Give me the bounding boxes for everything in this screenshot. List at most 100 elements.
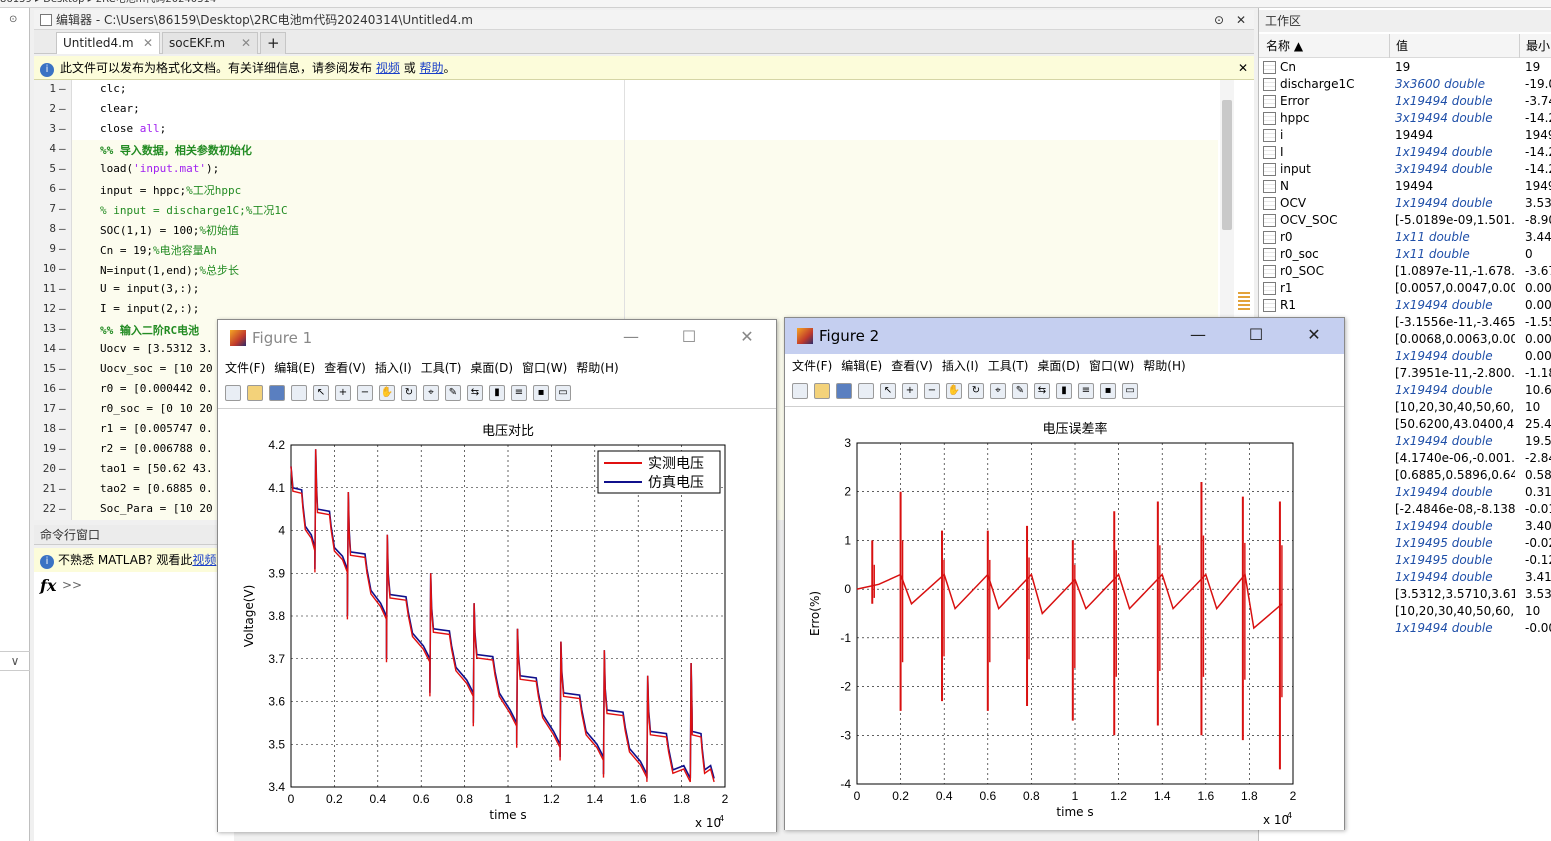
- breakpoint-marker[interactable]: –: [59, 502, 66, 515]
- menu-help[interactable]: 帮助(H): [576, 361, 618, 375]
- rotate-icon[interactable]: ↻: [968, 383, 984, 399]
- column-name[interactable]: 名称 ▲: [1266, 34, 1303, 58]
- code-line[interactable]: r0_soc = [0 10 20: [100, 402, 213, 415]
- menu-window[interactable]: 窗口(W): [1089, 359, 1134, 373]
- fx-icon[interactable]: fx: [40, 576, 56, 595]
- breakpoint-marker[interactable]: –: [59, 462, 66, 475]
- workspace-row[interactable]: OCV_SOC [-5.0189e-09,1.501... -8.90: [1259, 212, 1551, 229]
- error-rate-chart[interactable]: 0 0.2 0.4 0.6 0.8 1 1.2 1.4 1.6 1.8 2 -4 -3 -2 -1 0 1 2 3 电…: [785, 407, 1344, 831]
- link-icon[interactable]: ⇆: [1034, 383, 1050, 399]
- breakpoint-marker[interactable]: –: [59, 422, 66, 435]
- voltage-comparison-chart[interactable]: 0 0.2 0.4 0.6 0.8 1 1.2 1.4 1.6 1.8 2 3.4 3.5 3.6 3.7 3…: [218, 409, 776, 833]
- colorbar-icon[interactable]: ▮: [1056, 383, 1072, 399]
- workspace-row[interactable]: r0_soc 1x11 double 0: [1259, 246, 1551, 263]
- code-line[interactable]: Uocv_soc = [10 20: [100, 362, 213, 375]
- pan-icon[interactable]: ✋: [946, 383, 962, 399]
- add-tab-button[interactable]: +: [260, 32, 286, 54]
- breakpoint-marker[interactable]: –: [59, 82, 66, 95]
- link-icon[interactable]: ⇆: [467, 385, 483, 401]
- workspace-row[interactable]: i 19494 1949: [1259, 127, 1551, 144]
- command-input-area[interactable]: fx >>: [34, 572, 234, 841]
- breakpoint-marker[interactable]: –: [59, 282, 66, 295]
- hide-tools-icon[interactable]: ▪: [1100, 383, 1116, 399]
- menu-file[interactable]: 文件(F): [225, 361, 265, 375]
- data-cursor-icon[interactable]: ⌖: [423, 385, 439, 401]
- breakpoint-marker[interactable]: –: [59, 382, 66, 395]
- menu-edit[interactable]: 编辑(E): [841, 359, 882, 373]
- maximize-button[interactable]: ☐: [1233, 318, 1279, 354]
- video-link[interactable]: 视频: [376, 61, 400, 75]
- chevron-down-icon[interactable]: ∨: [0, 651, 30, 671]
- code-line[interactable]: SOC(1,1) = 100;%初始值: [100, 222, 239, 238]
- breakpoint-marker[interactable]: –: [59, 222, 66, 235]
- zoom-out-icon[interactable]: −: [924, 383, 940, 399]
- dock-icon[interactable]: ▭: [1122, 383, 1138, 399]
- workspace-row[interactable]: discharge1C 3x3600 double -19.0: [1259, 76, 1551, 93]
- breakpoint-marker[interactable]: –: [59, 362, 66, 375]
- code-line[interactable]: Soc_Para = [10 20: [100, 502, 213, 515]
- close-button[interactable]: ✕: [1291, 318, 1337, 354]
- code-line[interactable]: N=input(1,end);%总步长: [100, 262, 239, 278]
- code-line[interactable]: close all;: [100, 122, 166, 135]
- close-button[interactable]: ✕: [724, 320, 770, 356]
- colorbar-icon[interactable]: ▮: [489, 385, 505, 401]
- tab-untitled4[interactable]: Untitled4.m ✕: [56, 32, 160, 54]
- menu-insert[interactable]: 插入(I): [942, 359, 979, 373]
- zoom-out-icon[interactable]: −: [357, 385, 373, 401]
- code-line[interactable]: tao2 = [0.6885 0.: [100, 482, 213, 495]
- print-icon[interactable]: [291, 385, 307, 401]
- menu-view[interactable]: 查看(V): [324, 361, 366, 375]
- code-line[interactable]: clc;: [100, 82, 127, 95]
- menu-insert[interactable]: 插入(I): [375, 361, 412, 375]
- code-line[interactable]: Cn = 19;%电池容量Ah: [100, 242, 217, 258]
- breakpoint-marker[interactable]: –: [59, 342, 66, 355]
- menu-file[interactable]: 文件(F): [792, 359, 832, 373]
- breakpoint-marker[interactable]: –: [59, 202, 66, 215]
- breakpoint-marker[interactable]: –: [59, 262, 66, 275]
- breakpoint-marker[interactable]: –: [59, 322, 66, 335]
- hide-tools-icon[interactable]: ▪: [533, 385, 549, 401]
- close-tab-icon[interactable]: ✕: [143, 33, 153, 54]
- brush-icon[interactable]: ✎: [445, 385, 461, 401]
- save-icon[interactable]: [836, 383, 852, 399]
- breakpoint-marker[interactable]: –: [59, 142, 66, 155]
- data-cursor-icon[interactable]: ⌖: [990, 383, 1006, 399]
- code-analyzer-marks[interactable]: [1238, 292, 1250, 312]
- breakpoint-marker[interactable]: –: [59, 122, 66, 135]
- new-figure-icon[interactable]: [792, 383, 808, 399]
- legend-icon[interactable]: ≡: [1078, 383, 1094, 399]
- menu-help[interactable]: 帮助(H): [1143, 359, 1185, 373]
- print-icon[interactable]: [858, 383, 874, 399]
- pointer-icon[interactable]: ↖: [880, 383, 896, 399]
- workspace-row[interactable]: N 19494 1949: [1259, 178, 1551, 195]
- workspace-row[interactable]: OCV 1x19494 double 3.534: [1259, 195, 1551, 212]
- breakpoint-marker[interactable]: –: [59, 102, 66, 115]
- workspace-row[interactable]: Cn 19 19: [1259, 59, 1551, 76]
- code-line[interactable]: load('input.mat');: [100, 162, 219, 175]
- open-icon[interactable]: [814, 383, 830, 399]
- close-tab-icon[interactable]: ✕: [241, 33, 251, 54]
- open-icon[interactable]: [247, 385, 263, 401]
- zoom-in-icon[interactable]: +: [335, 385, 351, 401]
- brush-icon[interactable]: ✎: [1012, 383, 1028, 399]
- workspace-row[interactable]: R1 1x19494 double 0.003: [1259, 297, 1551, 314]
- maximize-button[interactable]: ☐: [666, 320, 712, 356]
- breakpoint-marker[interactable]: –: [59, 442, 66, 455]
- close-editor-icon[interactable]: ✕: [1236, 10, 1246, 30]
- menu-window[interactable]: 窗口(W): [522, 361, 567, 375]
- minimize-button[interactable]: —: [1175, 318, 1221, 354]
- code-line[interactable]: % input = discharge1C;%工况1C: [100, 202, 288, 218]
- code-line[interactable]: I = input(2,:);: [100, 302, 199, 315]
- pointer-icon[interactable]: ↖: [313, 385, 329, 401]
- code-line[interactable]: %% 输入二阶RC电池: [100, 322, 199, 338]
- video-link[interactable]: 视频: [192, 553, 216, 567]
- zoom-in-icon[interactable]: +: [902, 383, 918, 399]
- breakpoint-marker[interactable]: –: [59, 182, 66, 195]
- legend-icon[interactable]: ≡: [511, 385, 527, 401]
- code-line[interactable]: %% 导入数据，相关参数初始化: [100, 142, 252, 158]
- scrollbar-thumb[interactable]: [1222, 100, 1232, 230]
- column-min[interactable]: 最小值: [1519, 34, 1551, 58]
- workspace-row[interactable]: I 1x19494 double -14.2: [1259, 144, 1551, 161]
- code-line[interactable]: input = hppc;%工况hppc: [100, 182, 241, 198]
- code-line[interactable]: Uocv = [3.5312 3.: [100, 342, 213, 355]
